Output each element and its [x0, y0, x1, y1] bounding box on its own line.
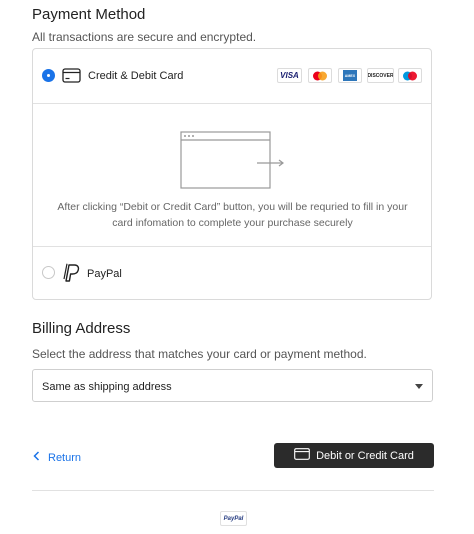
- billing-address-select[interactable]: Same as shipping address: [32, 369, 433, 402]
- payment-method-title: Payment Method: [32, 6, 146, 23]
- submit-button-label: Debit or Credit Card: [316, 449, 414, 462]
- return-link[interactable]: Return: [33, 451, 81, 464]
- discover-logo: DISCOVER: [367, 68, 394, 83]
- footer-divider: [32, 490, 434, 491]
- billing-address-selected-value: Same as shipping address: [42, 381, 172, 393]
- amex-logo: AMEX: [338, 68, 362, 83]
- card-redirect-info: After clicking “Debit or Credit Card” bu…: [57, 201, 408, 229]
- card-option-divider: [33, 103, 431, 104]
- paypal-option-radio[interactable]: [42, 266, 55, 279]
- credit-card-icon: [294, 448, 310, 463]
- billing-address-title: Billing Address: [32, 320, 131, 337]
- maestro-logo: [398, 68, 422, 83]
- chevron-left-icon: [33, 451, 40, 464]
- paypal-icon: [62, 263, 80, 288]
- return-label: Return: [48, 451, 82, 464]
- browser-redirect-icon: [180, 131, 286, 196]
- card-option-label: Credit & Debit Card: [88, 70, 184, 82]
- credit-card-icon: [62, 68, 81, 88]
- billing-address-subtitle: Select the address that matches your car…: [32, 347, 367, 361]
- payment-method-subtitle: All transactions are secure and encrypte…: [32, 30, 257, 44]
- chevron-down-icon: [415, 384, 423, 389]
- visa-logo: VISA: [277, 68, 302, 83]
- debit-or-credit-card-button[interactable]: Debit or Credit Card: [274, 443, 434, 468]
- paypal-badge: PayPal: [220, 511, 247, 526]
- mastercard-logo: [308, 68, 332, 83]
- card-option-radio[interactable]: [42, 69, 55, 82]
- paypal-option-label: PayPal: [87, 268, 122, 280]
- amex-mark: AMEX: [343, 70, 357, 81]
